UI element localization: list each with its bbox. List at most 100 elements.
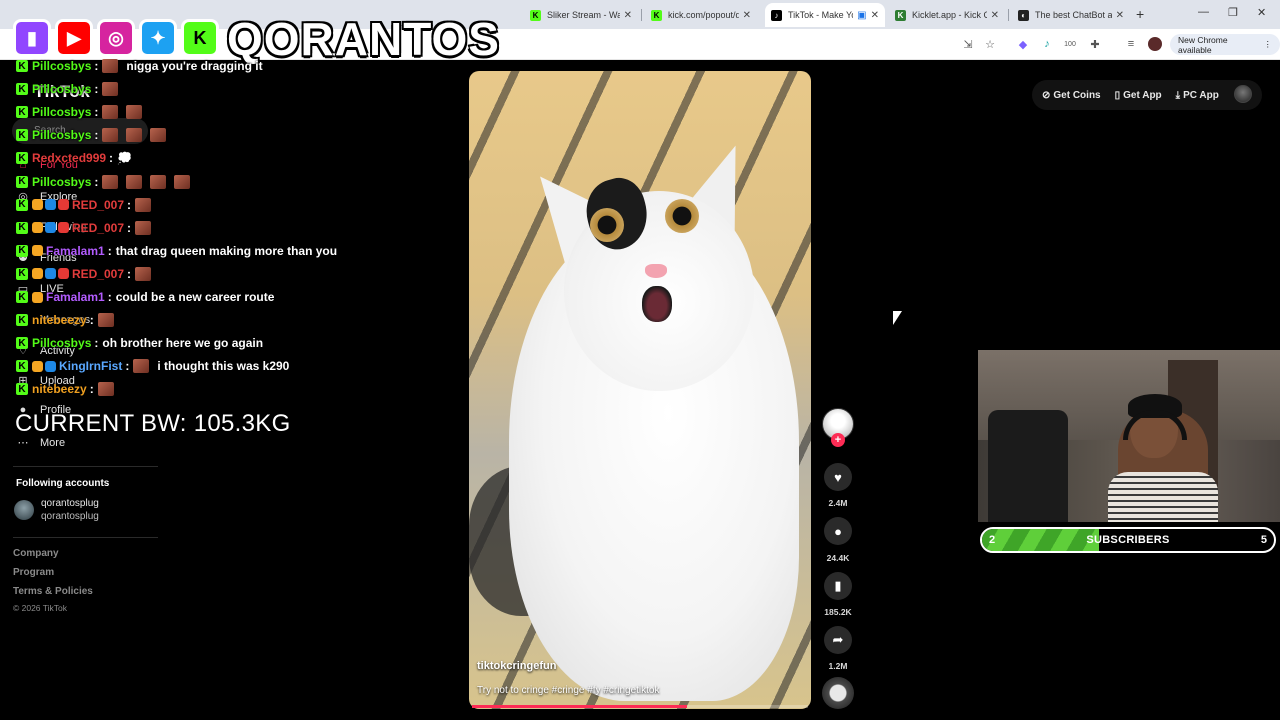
chat-emote-icon — [135, 220, 152, 235]
kick-badge-icon: K — [16, 314, 28, 327]
music-disc-icon[interactable] — [822, 677, 854, 709]
chat-text: 💭 — [117, 151, 132, 166]
chat-separator: : — [94, 59, 99, 73]
install-app-icon[interactable]: ⇲ — [961, 37, 975, 51]
extension-badge: 100 — [1064, 40, 1076, 48]
get-coins-button[interactable]: ⊘ Get Coins — [1042, 90, 1101, 101]
bookmark-star-icon[interactable]: ☆ — [983, 37, 997, 51]
close-icon[interactable]: ✕ — [743, 10, 751, 21]
video-progress-bar[interactable] — [472, 705, 808, 708]
extension-icon[interactable]: ♪ — [1040, 37, 1054, 51]
chat-emote-icon — [126, 105, 143, 120]
new-tab-icon[interactable]: + — [1136, 6, 1144, 22]
chat-emote-icon — [102, 59, 119, 73]
chat-username: RED_007 — [72, 266, 125, 281]
kick-badge-icon: K — [16, 175, 28, 188]
chat-separator: : — [89, 382, 94, 397]
get-app-button[interactable]: ▯ Get App — [1115, 90, 1162, 101]
restore-icon[interactable]: ❐ — [1228, 6, 1238, 19]
video-player[interactable] — [469, 71, 811, 709]
chat-username: Pillcosbys — [32, 105, 92, 120]
video-author[interactable]: tiktokcringefun — [477, 660, 556, 672]
tab-title: The best ChatBot and — [1035, 10, 1112, 20]
close-icon[interactable]: ✕ — [871, 10, 879, 21]
kick-badge-icon: K — [16, 360, 28, 373]
kick-favicon-icon: K — [651, 9, 662, 21]
coin-icon: ⊘ — [1042, 89, 1051, 101]
like-button[interactable]: ♥ — [824, 463, 852, 491]
chrome-update-button[interactable]: New Chrome available ⋮ — [1170, 34, 1280, 55]
chat-text: nigga you're dragging it — [126, 59, 263, 73]
brand-name: QORANTOS — [227, 13, 500, 65]
chat-separator: : — [127, 197, 132, 212]
tab-kicklet[interactable]: K Kicklet.app - Kick Ch ✕ — [889, 3, 1005, 27]
extension-icon[interactable]: ◆ — [1016, 37, 1030, 51]
tab-chatbot[interactable]: ◐ The best ChatBot and ✕ — [1012, 3, 1130, 27]
kick-badge-icon: K — [16, 221, 28, 234]
chat-separator: : — [94, 336, 99, 351]
puzzle-icon[interactable]: ✚ — [1088, 37, 1102, 51]
kick-badge-icon: K — [16, 244, 28, 257]
top-actions-bar: ⊘ Get Coins ▯ Get App ⤓ PC App — [1032, 80, 1262, 110]
chat-text: oh brother here we go again — [102, 336, 264, 351]
chat-message: K RED_007: — [16, 196, 159, 214]
user-badge-icon — [32, 222, 43, 234]
chat-emote-icon — [135, 197, 152, 212]
kicklet-favicon-icon: K — [895, 9, 906, 21]
tab-sliker[interactable]: K Sliker Stream - Watc ✕ — [524, 3, 638, 27]
chat-username: nitebeezy — [32, 382, 87, 397]
chat-username: Famalam1 — [46, 243, 105, 258]
following-account-handle[interactable]: qorantosplug — [41, 511, 99, 522]
chat-badges — [32, 268, 69, 280]
chat-separator: : — [107, 290, 112, 304]
chat-badges — [32, 245, 43, 257]
following-accounts-heading: Following accounts — [16, 478, 110, 489]
current-bodyweight-label: CURRENT BW: 105.3KG — [15, 410, 291, 437]
kick-badge-icon: K — [16, 152, 28, 165]
pc-app-button[interactable]: ⤓ PC App — [1176, 90, 1219, 101]
copyright-text: © 2026 TikTok — [13, 603, 67, 613]
footer-link-company[interactable]: Company — [13, 548, 59, 559]
pc-app-label: PC App — [1183, 89, 1219, 101]
tab-tiktok[interactable]: ♪ TikTok - Make Yo ▣ ✕ — [765, 3, 885, 27]
close-icon[interactable]: ✕ — [624, 10, 632, 21]
extension-badge-icon[interactable]: 100 — [1063, 37, 1077, 51]
chat-separator: : — [94, 174, 99, 189]
chat-emote-icon — [102, 174, 119, 189]
close-icon[interactable]: ✕ — [1116, 10, 1124, 21]
user-badge-icon — [45, 268, 56, 280]
avatar[interactable] — [14, 500, 34, 520]
user-avatar[interactable] — [1234, 85, 1252, 103]
footer-link-terms[interactable]: Terms & Policies — [13, 586, 93, 597]
update-label: New Chrome available — [1178, 34, 1228, 55]
window-close-icon[interactable]: ✕ — [1257, 6, 1266, 19]
comment-button[interactable]: ● — [824, 517, 852, 545]
chat-emote-icon — [102, 82, 119, 97]
chat-emote-icon — [97, 382, 114, 397]
tab-kick-popout[interactable]: K kick.com/popout/qo ✕ — [645, 3, 757, 27]
share-button[interactable]: ➦ — [824, 626, 852, 654]
webcam-feed — [978, 350, 1280, 522]
follow-plus-icon[interactable]: + — [831, 433, 845, 447]
user-badge-icon — [58, 268, 69, 280]
chat-emote-icon — [150, 128, 167, 143]
chat-separator: : — [89, 313, 94, 328]
footer-link-program[interactable]: Program — [13, 567, 54, 578]
chat-message: K Famalam1: could be a new career route — [16, 288, 274, 306]
reading-list-icon[interactable]: ≡ — [1124, 37, 1138, 51]
tab-title: kick.com/popout/qo — [668, 10, 739, 20]
comment-count: 24.4K — [826, 553, 850, 563]
kick-badge-icon: K — [16, 129, 28, 142]
chat-message: K Redxcted999: 💭 — [16, 149, 132, 167]
save-button[interactable]: ▮ — [824, 572, 852, 600]
video-progress-fill — [472, 705, 688, 708]
minimize-icon[interactable]: — — [1198, 6, 1209, 18]
close-icon[interactable]: ✕ — [991, 10, 999, 21]
chat-message: Knitebeezy: — [16, 311, 122, 329]
profile-avatar-icon[interactable] — [1148, 37, 1162, 51]
chat-message: Knitebeezy: — [16, 380, 122, 398]
chat-emote-icon — [133, 359, 150, 374]
audio-icon[interactable]: ▣ — [857, 10, 866, 21]
kebab-menu-icon[interactable]: ⋮ — [1264, 39, 1273, 50]
following-account-name[interactable]: qorantosplug — [41, 498, 99, 509]
